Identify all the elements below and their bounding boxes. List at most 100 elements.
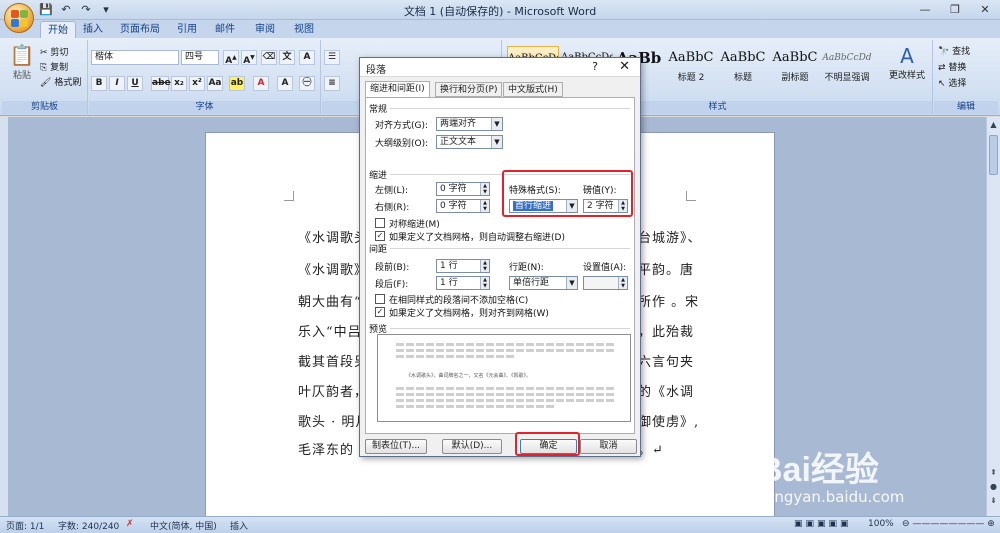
superscript-icon[interactable]: x² — [189, 76, 205, 91]
language[interactable]: 中文(简体, 中国) — [150, 519, 217, 532]
word-count[interactable]: 字数: 240/240 — [58, 519, 119, 532]
spinner-icon[interactable]: ▲ ▼ — [480, 277, 489, 289]
font-color-icon[interactable]: A — [253, 76, 269, 91]
tab-view[interactable]: 视图 — [289, 21, 319, 38]
view-buttons-icon[interactable]: ▣▣▣▣▣ — [794, 519, 852, 529]
zoom-slider[interactable]: ⊖ ———————— ⊕ — [902, 519, 995, 529]
cancel-button[interactable]: 取消 — [580, 439, 637, 454]
phonetic-guide-icon[interactable]: 文 — [279, 50, 295, 65]
copy-button[interactable]: ⎘ 复制 — [40, 60, 68, 73]
spinner-icon[interactable]: ▲ ▼ — [480, 260, 489, 272]
space-before-label: 段前(B): — [375, 263, 410, 273]
insert-mode[interactable]: 插入 — [230, 519, 248, 532]
doc-line-3-left: 朝大曲有“ — [298, 295, 362, 310]
left-indent-input[interactable]: 0 字符 ▲ ▼ — [436, 182, 490, 196]
spinner-icon[interactable]: ▲ ▼ — [618, 277, 627, 289]
tab-line-page-breaks[interactable]: 换行和分页(P) — [435, 82, 503, 97]
grow-font-icon[interactable]: A▲ — [223, 50, 239, 66]
cut-button[interactable]: ✂ 剪切 — [40, 45, 68, 58]
ok-button-highlight — [515, 432, 580, 456]
auto-adjust-checkbox[interactable]: ✓ — [375, 231, 385, 241]
char-border-icon[interactable]: A — [299, 50, 315, 65]
close-window-button[interactable]: ✕ — [970, 0, 1000, 19]
underline-icon[interactable]: U — [127, 76, 143, 91]
right-indent-input[interactable]: 0 字符 ▲ ▼ — [436, 199, 490, 213]
tab-mailings[interactable]: 邮件 — [210, 21, 240, 38]
binoculars-icon: 🔭 — [938, 47, 950, 57]
auto-adjust-label: 如果定义了文档网格，则自动调整右缩进(D) — [389, 233, 565, 243]
preview-line — [396, 349, 616, 352]
strikethrough-icon[interactable]: abe — [151, 76, 171, 91]
browse-object-icon[interactable]: ● — [987, 481, 1000, 493]
scroll-thumb[interactable] — [989, 135, 998, 175]
highlight-icon[interactable]: ab — [229, 76, 245, 91]
alignment-select[interactable]: 两端对齐 ▼ — [436, 117, 503, 131]
set-default-button[interactable]: 默认(D)... — [442, 439, 502, 454]
office-logo-icon — [11, 10, 28, 27]
spinner-icon[interactable]: ▲ ▼ — [480, 183, 489, 195]
baidu-watermark: Bai经验 jingyan.baidu.com — [758, 442, 978, 512]
find-button[interactable]: 🔭 查找 — [938, 44, 970, 57]
select-button[interactable]: ↖ 选择 — [938, 76, 966, 89]
clear-format-icon[interactable]: ⌫ — [261, 50, 277, 65]
change-case-icon[interactable]: Aa — [207, 76, 223, 91]
space-after-input[interactable]: 1 行 ▲ ▼ — [436, 276, 490, 290]
spacing-at-input[interactable]: ▲ ▼ — [583, 276, 628, 290]
format-painter-button[interactable]: 🖌 格式刷 — [40, 75, 81, 88]
align-left-icon[interactable]: ≡ — [324, 76, 340, 91]
outline-level-label: 大纲级别(O): — [375, 139, 429, 149]
font-size-box[interactable]: 四号 — [181, 50, 219, 65]
close-icon[interactable]: ✕ — [619, 59, 630, 74]
indent-heading: 缩进 — [369, 171, 388, 181]
tab-insert[interactable]: 插入 — [78, 21, 108, 38]
shrink-font-icon[interactable]: A▼ — [241, 50, 257, 66]
mirror-indent-checkbox[interactable] — [375, 218, 385, 228]
line-spacing-label: 行距(N): — [509, 263, 544, 273]
preview-line — [396, 405, 556, 408]
change-styles-button[interactable]: A 更改样式 — [887, 44, 927, 81]
doc-line-2-right: 平韵。唐 — [638, 263, 695, 278]
bold-icon[interactable]: B — [91, 76, 107, 91]
replace-button[interactable]: ⇄ 替换 — [938, 60, 966, 73]
tabs-button[interactable]: 制表位(T)... — [365, 439, 427, 454]
tab-page-layout[interactable]: 页面布局 — [115, 21, 165, 38]
space-before-input[interactable]: 1 行 ▲ ▼ — [436, 259, 490, 273]
special-indent-highlight — [502, 170, 633, 217]
style-heading-2[interactable]: AaBbC 标题 2 — [665, 46, 717, 90]
page-count[interactable]: 页面: 1/1 — [6, 519, 44, 532]
help-icon[interactable]: ? — [592, 60, 598, 73]
vertical-scrollbar[interactable]: ▲ ⇞ ● ⇟ — [986, 117, 1000, 516]
char-shading-icon[interactable]: A — [277, 76, 293, 91]
paste-button[interactable]: 📋 粘贴 — [8, 42, 36, 81]
prev-page-icon[interactable]: ⇞ — [987, 467, 1000, 479]
restore-button[interactable]: ❐ — [940, 0, 970, 19]
style-title[interactable]: AaBbC 标题 — [717, 46, 769, 90]
snap-grid-checkbox[interactable]: ✓ — [375, 307, 385, 317]
zoom-level[interactable]: 100% — [868, 519, 894, 529]
no-space-label: 在相同样式的段落间不添加空格(C) — [389, 296, 529, 306]
subscript-icon[interactable]: x₂ — [171, 76, 187, 91]
style-subtle-emphasis[interactable]: AaBbCcDd 不明显强调 — [821, 46, 873, 90]
status-bar: 页面: 1/1 字数: 240/240 ✗ 中文(简体, 中国) 插入 ▣▣▣▣… — [0, 516, 1000, 533]
outline-level-select[interactable]: 正文文本 ▼ — [436, 135, 503, 149]
scroll-up-icon[interactable]: ▲ — [987, 119, 1000, 131]
proofing-icon[interactable]: ✗ — [126, 519, 134, 529]
no-space-checkbox[interactable] — [375, 294, 385, 304]
minimize-button[interactable]: — — [910, 0, 940, 19]
spinner-icon[interactable]: ▲ ▼ — [480, 200, 489, 212]
italic-icon[interactable]: I — [109, 76, 125, 91]
enclose-char-icon[interactable]: ㊀ — [299, 76, 315, 91]
tab-asian-typography[interactable]: 中文版式(H) — [503, 82, 563, 97]
title-bar: 💾 ↶ ↷ ▾ 文档 1 (自动保存的) - Microsoft Word — … — [0, 0, 1000, 20]
tab-home[interactable]: 开始 — [40, 21, 76, 38]
next-page-icon[interactable]: ⇟ — [987, 495, 1000, 507]
line-spacing-select[interactable]: 单倍行距 ▼ — [509, 276, 578, 290]
style-subtitle[interactable]: AaBbC 副标题 — [769, 46, 821, 90]
spacing-at-label: 设置值(A): — [583, 263, 627, 273]
tab-indents-spacing[interactable]: 缩进和间距(I) — [365, 81, 430, 98]
bullets-icon[interactable]: ☰ — [324, 50, 340, 65]
office-button[interactable] — [4, 3, 34, 33]
tab-references[interactable]: 引用 — [172, 21, 202, 38]
font-name-box[interactable]: 楷体 — [91, 50, 179, 65]
tab-review[interactable]: 审阅 — [250, 21, 280, 38]
